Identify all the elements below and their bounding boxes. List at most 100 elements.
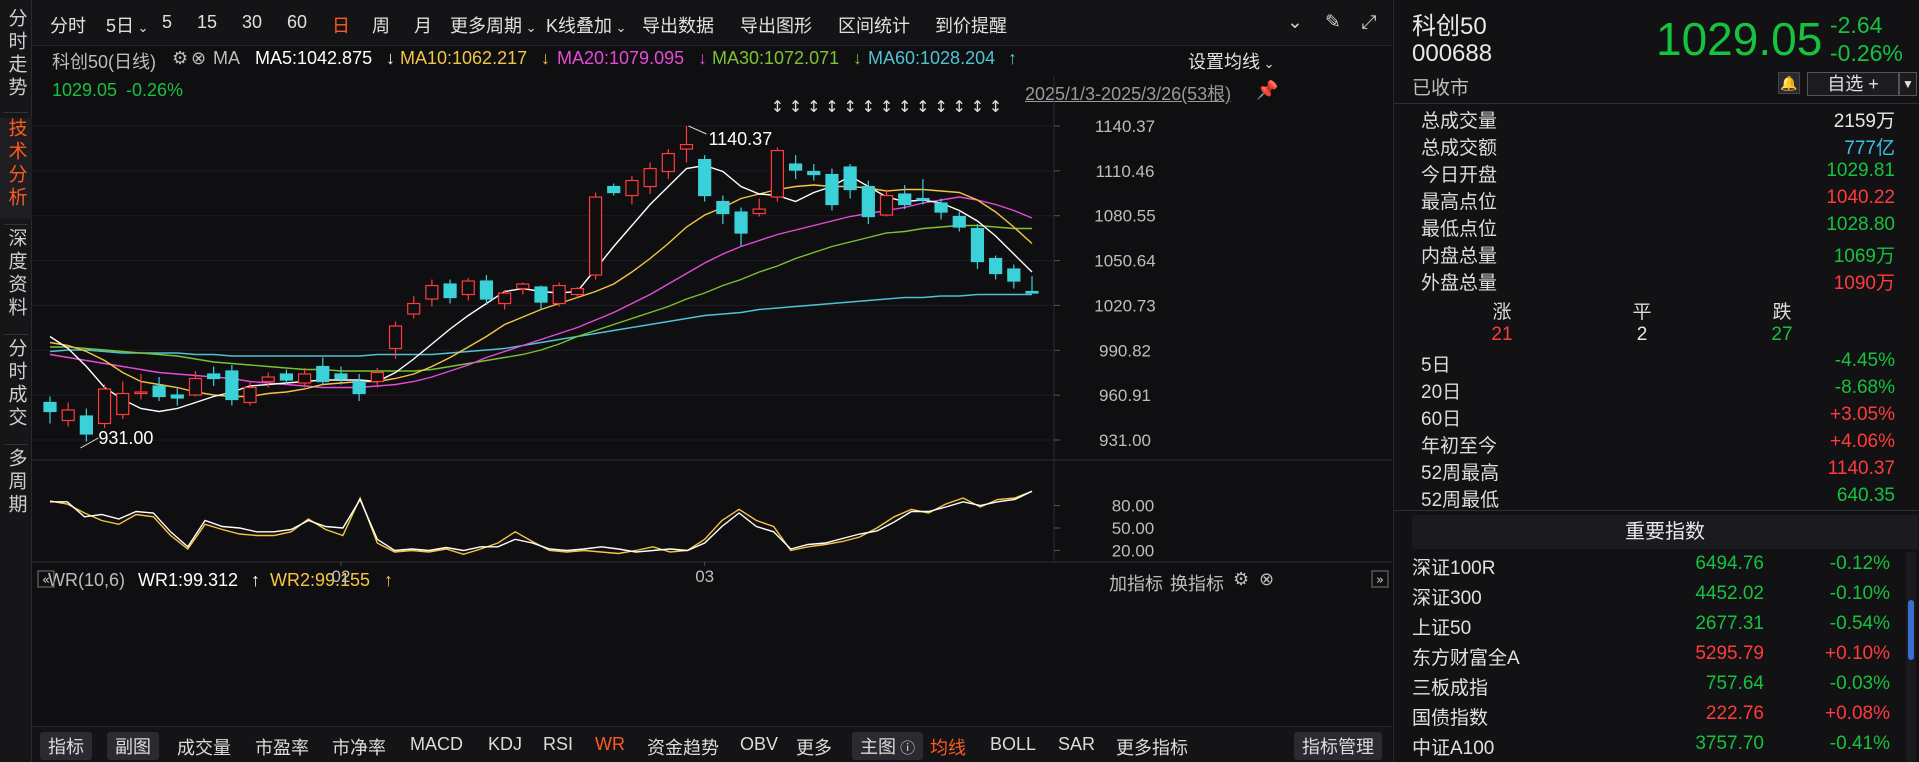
- indicator-manage-button[interactable]: 指标管理: [1294, 732, 1382, 760]
- event-marker-icon[interactable]: ↕: [934, 97, 947, 116]
- ind-pb[interactable]: 市净率: [332, 734, 386, 760]
- candle-body[interactable]: [152, 385, 166, 398]
- chevron-circle-icon[interactable]: ⌄: [1282, 10, 1308, 36]
- candle-body[interactable]: [570, 287, 584, 296]
- candle-body[interactable]: [425, 284, 439, 300]
- ind-more[interactable]: 更多: [796, 734, 832, 760]
- subchart-tab[interactable]: 副图: [107, 732, 159, 760]
- event-marker-icon[interactable]: ↕: [807, 97, 820, 116]
- candle-body[interactable]: [643, 167, 657, 188]
- kline-overlay-dropdown[interactable]: K线叠加 ⌄: [546, 12, 627, 38]
- period-week[interactable]: 周: [372, 12, 390, 38]
- index-row[interactable]: 上证50 2677.31 -0.54%: [1394, 613, 1919, 643]
- event-marker-icon[interactable]: ↕: [825, 97, 838, 116]
- candle-body[interactable]: [898, 193, 912, 206]
- candle-body[interactable]: [916, 197, 930, 201]
- ind-kdj[interactable]: KDJ: [488, 734, 522, 755]
- event-marker-icon[interactable]: ↕: [789, 97, 802, 116]
- candle-body[interactable]: [188, 377, 203, 396]
- candle-body[interactable]: [661, 152, 675, 173]
- period-timeshare[interactable]: 分时: [50, 12, 86, 38]
- candle-body[interactable]: [97, 388, 112, 425]
- range-stats-button[interactable]: 区间统计: [838, 12, 910, 38]
- candle-body[interactable]: [825, 173, 839, 206]
- ind-macd[interactable]: MACD: [410, 734, 463, 755]
- candle-body[interactable]: [134, 391, 148, 395]
- event-marker-icon[interactable]: ↕: [916, 97, 929, 116]
- period-5day[interactable]: 5日 ⌄: [106, 12, 149, 38]
- candle-body[interactable]: [279, 373, 294, 381]
- candle-body[interactable]: [698, 158, 712, 197]
- candle-body[interactable]: [843, 166, 857, 191]
- candle-body[interactable]: [679, 143, 694, 150]
- period-day[interactable]: 日: [332, 12, 350, 38]
- candle-body[interactable]: [261, 376, 275, 383]
- event-marker-icon[interactable]: ↕: [898, 97, 911, 116]
- candle-body[interactable]: [370, 371, 384, 383]
- tab-timeshare-trades[interactable]: 分时成交: [0, 338, 32, 439]
- caret-down-icon[interactable]: ▼: [1899, 72, 1917, 96]
- candle-body[interactable]: [534, 286, 548, 303]
- candle-body[interactable]: [207, 373, 221, 380]
- candle-body[interactable]: [970, 227, 985, 263]
- candle-body[interactable]: [807, 170, 821, 176]
- candle-body[interactable]: [170, 394, 184, 399]
- candle-body[interactable]: [516, 283, 530, 290]
- candle-body[interactable]: [352, 380, 366, 395]
- candle-body[interactable]: [716, 200, 730, 215]
- candle-body[interactable]: [625, 179, 639, 197]
- candle-body[interactable]: [43, 401, 57, 413]
- more-indicators[interactable]: 更多指标: [1116, 734, 1188, 760]
- ind-fund-trend[interactable]: 资金趋势: [647, 734, 719, 760]
- scrollbar[interactable]: [1906, 552, 1916, 762]
- candle-body[interactable]: [734, 211, 748, 234]
- candle-body[interactable]: [588, 196, 603, 276]
- export-graphic-button[interactable]: 导出图形: [740, 12, 812, 38]
- candle-body[interactable]: [607, 185, 621, 194]
- candle-body[interactable]: [243, 386, 257, 404]
- tab-timeshare[interactable]: 分时走势: [0, 8, 32, 109]
- period-15min[interactable]: 15: [197, 12, 217, 33]
- candle-body[interactable]: [1025, 290, 1039, 294]
- event-marker-icon[interactable]: ↕: [771, 97, 784, 116]
- period-month[interactable]: 月: [414, 12, 432, 38]
- indicator-tab[interactable]: 指标: [40, 732, 92, 760]
- mainchart-tab[interactable]: 主图 ⓘ: [852, 732, 924, 760]
- candle-body[interactable]: [879, 194, 894, 216]
- ind-rsi[interactable]: RSI: [543, 734, 573, 755]
- candle-body[interactable]: [788, 163, 803, 171]
- candle-body[interactable]: [552, 284, 566, 305]
- candle-body[interactable]: [316, 365, 330, 383]
- tab-technical-analysis[interactable]: 技术分析: [0, 118, 32, 219]
- candle-body[interactable]: [297, 373, 312, 384]
- tab-deep-data[interactable]: 深度资料: [0, 228, 32, 329]
- index-row[interactable]: 中证A100 3757.70 -0.41%: [1394, 733, 1919, 762]
- candle-body[interactable]: [752, 208, 766, 215]
- index-row[interactable]: 东方财富全A 5295.79 +0.10%: [1394, 643, 1919, 673]
- brush-icon[interactable]: ✎: [1320, 10, 1346, 36]
- chart-svg[interactable]: 1140.37 1110.46 1080.55 1050.64 1020.73 990.8…: [32, 46, 1392, 726]
- main-boll[interactable]: BOLL: [990, 734, 1036, 755]
- candle-body[interactable]: [116, 392, 130, 416]
- candle-body[interactable]: [61, 409, 75, 422]
- index-row[interactable]: 国债指数 222.76 +0.08%: [1394, 703, 1919, 733]
- event-marker-icon[interactable]: ↕: [971, 97, 984, 116]
- candle-body[interactable]: [1007, 268, 1021, 282]
- export-data-button[interactable]: 导出数据: [642, 12, 714, 38]
- candle-body[interactable]: [443, 283, 457, 299]
- candle-body[interactable]: [388, 325, 403, 350]
- event-marker-icon[interactable]: ↕: [953, 97, 966, 116]
- event-marker-icon[interactable]: ↕: [880, 97, 893, 116]
- candle-body[interactable]: [498, 292, 512, 305]
- candle-body[interactable]: [479, 280, 494, 300]
- candle-body[interactable]: [861, 185, 875, 218]
- candle-body[interactable]: [952, 215, 966, 228]
- period-30min[interactable]: 30: [242, 12, 262, 33]
- ind-pe[interactable]: 市盈率: [255, 734, 309, 760]
- index-row[interactable]: 三板成指 757.64 -0.03%: [1394, 673, 1919, 703]
- index-row[interactable]: 深证100R 6494.76 -0.12%: [1394, 553, 1919, 583]
- add-watchlist-button[interactable]: 自选 +: [1807, 72, 1899, 96]
- tab-multi-period[interactable]: 多周期: [0, 448, 32, 526]
- scrollbar-thumb[interactable]: [1908, 600, 1914, 660]
- candle-body[interactable]: [334, 373, 348, 380]
